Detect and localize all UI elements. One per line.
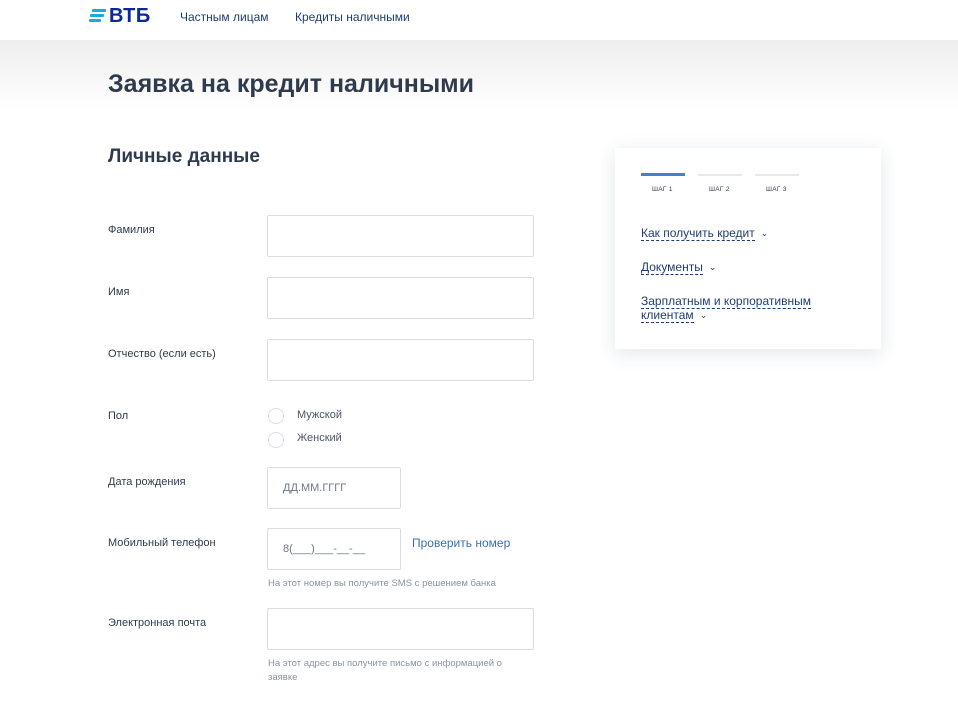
birthdate-label: Дата рождения [108,476,186,488]
nav-link-cash-loans[interactable]: Кредиты наличными [295,10,410,24]
chevron-down-icon: ⌄ [760,228,769,238]
step-3-indicator [755,174,799,176]
chevron-down-icon: ⌄ [699,310,708,320]
patronymic-field[interactable] [267,339,534,381]
chevron-down-icon: ⌄ [708,262,717,272]
email-field[interactable] [267,608,534,650]
step-2-indicator [698,174,742,176]
step-1-indicator [641,173,685,176]
corporate-clients-label: Зарплатным и корпоративным клиентам [641,294,811,323]
top-header: ВТБ Частным лицам Кредиты наличными [0,0,958,40]
birthdate-field[interactable] [267,467,401,509]
gender-radio-female[interactable] [268,432,284,448]
gender-option-female[interactable]: Женский [297,432,342,444]
how-to-get-credit-label: Как получить кредит [641,226,755,241]
how-to-get-credit-link[interactable]: Как получить кредит ⌄ [641,226,769,241]
gender-option-male[interactable]: Мужской [297,409,342,421]
phone-field[interactable] [267,528,401,570]
documents-link[interactable]: Документы ⌄ [641,260,717,275]
logo-stripes-icon [89,8,107,24]
gender-radio-male[interactable] [268,408,284,424]
nav-link-private[interactable]: Частным лицам [180,10,269,24]
documents-label: Документы [641,260,703,275]
logo-text: ВТБ [109,4,151,27]
patronymic-label: Отчество (если есть) [108,348,216,360]
step-3-label: ШАГ 3 [766,186,787,193]
step-2-label: ШАГ 2 [709,186,730,193]
email-label: Электронная почта [108,617,207,629]
steps-card: ШАГ 1 ШАГ 2 ШАГ 3 Как получить кредит ⌄ Д… [615,148,881,349]
phone-hint: На этот номер вы получите SMS с решением… [268,578,496,589]
name-label: Имя [108,286,130,298]
name-field[interactable] [267,277,534,319]
section-title: Личные данные [108,146,260,167]
email-hint: На этот адрес вы получите письмо с инфор… [268,658,502,683]
surname-label: Фамилия [108,224,155,236]
gender-label: Пол [108,410,129,422]
step-1-label: ШАГ 1 [652,186,673,193]
check-number-link[interactable]: Проверить номер [412,536,510,550]
vtb-logo[interactable]: ВТБ [89,4,151,28]
surname-field[interactable] [267,215,534,257]
phone-label: Мобильный телефон [108,537,216,549]
page-title: Заявка на кредит наличными [108,70,475,98]
corporate-clients-link[interactable]: Зарплатным и корпоративным клиентам ⌄ [641,294,841,323]
